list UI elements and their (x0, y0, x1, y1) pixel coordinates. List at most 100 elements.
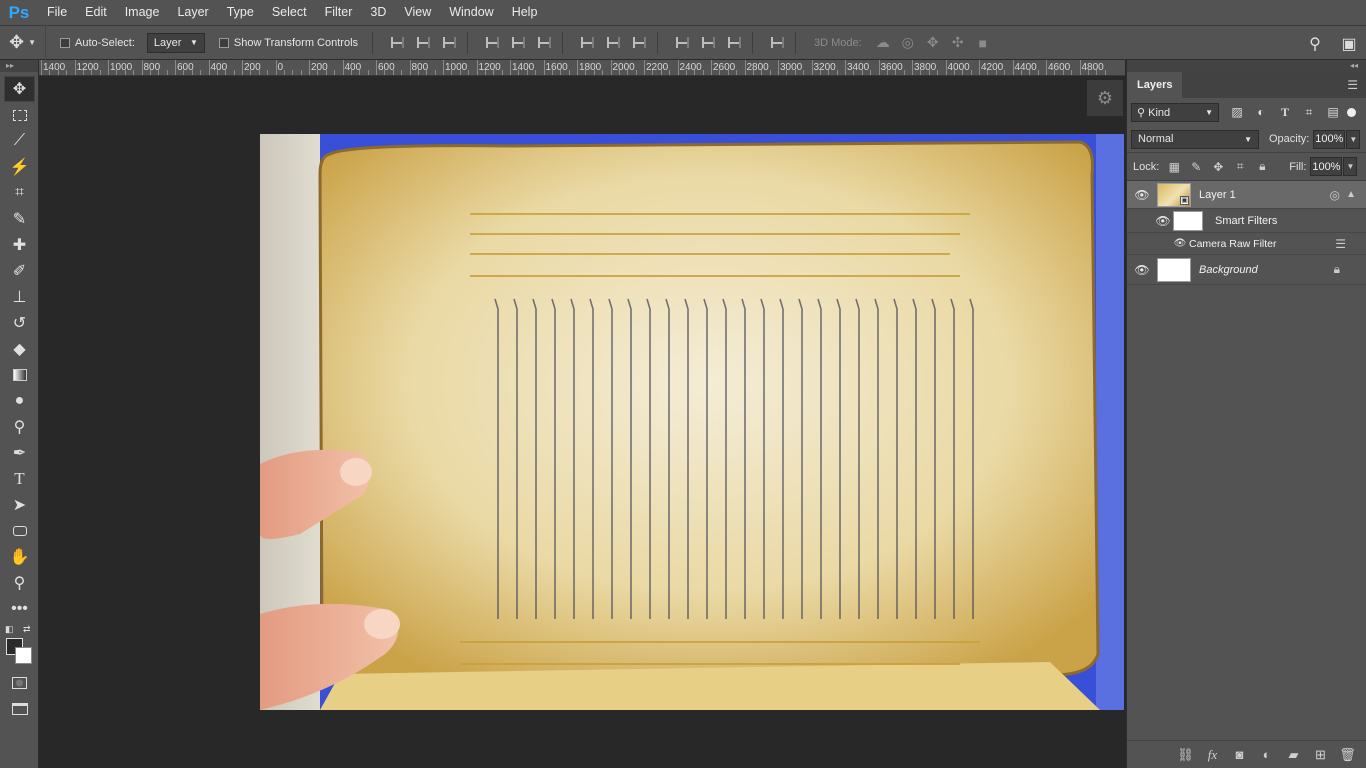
path-selection-tool[interactable]: ➤ (0, 492, 39, 518)
fill-input[interactable]: 100% (1310, 157, 1343, 176)
visibility-eye-icon[interactable]: 👁︎ (1127, 188, 1157, 202)
eraser-tool[interactable]: ◆ (0, 336, 39, 362)
document-image[interactable] (260, 134, 1124, 710)
magic-wand-tool[interactable]: ⚡ (0, 154, 39, 180)
collapse-effects-icon[interactable]: ▲ (1346, 189, 1356, 200)
align-top-edges-icon[interactable] (387, 33, 407, 53)
lock-all-icon[interactable]: 🔒︎ (1251, 159, 1273, 174)
menu-filter[interactable]: Filter (316, 0, 362, 25)
edit-toolbar-tool[interactable]: ••• (0, 596, 39, 622)
new-layer-icon[interactable]: ⊞ (1307, 747, 1334, 763)
filter-type-icon[interactable]: T (1273, 105, 1297, 120)
brush-tool[interactable]: ✐ (0, 258, 39, 284)
move-tool-preset-picker[interactable]: ✥ ▼ (0, 25, 46, 60)
layer-row-background[interactable]: 👁︎ Background 🔒︎ (1127, 255, 1366, 285)
fill-slider-toggle[interactable]: ▼ (1343, 157, 1358, 176)
clone-stamp-tool[interactable]: ⊥ (0, 284, 39, 310)
quick-mask-tool[interactable] (0, 670, 39, 696)
layer-name[interactable]: Background (1199, 264, 1258, 276)
lock-image-pixels-icon[interactable]: ✎ (1185, 160, 1207, 174)
smart-filter-mask-thumbnail[interactable] (1173, 210, 1203, 231)
smart-filter-options-icon[interactable]: ◎ (1330, 188, 1340, 202)
tab-layers[interactable]: Layers (1127, 72, 1183, 98)
3d-pan-icon[interactable]: ✥ (923, 33, 943, 53)
lasso-tool[interactable]: ⟋ (0, 128, 39, 154)
opacity-input[interactable]: 100% (1313, 129, 1346, 149)
link-layers-icon[interactable]: ⛓ (1172, 747, 1199, 763)
align-vertical-centers-icon[interactable] (413, 33, 433, 53)
show-transform-controls-checkbox[interactable]: Show Transform Controls (218, 37, 358, 49)
blur-tool[interactable]: ● (0, 388, 39, 414)
opacity-slider-toggle[interactable]: ▼ (1346, 129, 1361, 149)
distribute-top-edges-icon[interactable] (577, 33, 597, 53)
distribute-vertical-centers-icon[interactable] (603, 33, 623, 53)
menu-help[interactable]: Help (503, 0, 547, 25)
align-left-edges-icon[interactable] (482, 33, 502, 53)
add-mask-icon[interactable]: ◙ (1226, 747, 1253, 762)
menu-select[interactable]: Select (263, 0, 316, 25)
auto-select-checkbox[interactable]: Auto-Select: (60, 37, 135, 49)
canvas-area[interactable]: ⚙ (39, 76, 1125, 768)
background-color-swatch[interactable] (15, 647, 32, 664)
marquee-tool[interactable] (0, 102, 39, 128)
3d-slide-icon[interactable]: ✣ (948, 33, 968, 53)
visibility-eye-icon[interactable]: 👁︎ (1127, 263, 1157, 277)
camera-raw-filter-row[interactable]: 👁︎ Camera Raw Filter ☰ (1127, 233, 1366, 255)
align-horizontal-centers-icon[interactable] (508, 33, 528, 53)
pen-tool[interactable]: ✒ (0, 440, 39, 466)
layer-name[interactable]: Layer 1 (1199, 189, 1236, 201)
dodge-tool[interactable]: ⚲ (0, 414, 39, 440)
align-right-edges-icon[interactable] (534, 33, 554, 53)
filter-blending-options-icon[interactable]: ☰ (1335, 237, 1346, 251)
align-bottom-edges-icon[interactable] (439, 33, 459, 53)
smart-filters-row[interactable]: 👁︎ Smart Filters (1127, 209, 1366, 233)
properties-panel-icon[interactable]: ⚙ (1087, 80, 1123, 116)
shape-tool[interactable] (0, 518, 39, 544)
eyedropper-tool[interactable]: ✎ (0, 206, 39, 232)
layer-row-layer-1[interactable]: 👁︎ ▣ Layer 1 ◎ ▲ (1127, 181, 1366, 209)
default-colors-icon[interactable]: ◧ (5, 624, 14, 635)
3d-roll-icon[interactable]: ◎ (898, 33, 918, 53)
prevent-autonest-icon[interactable]: ⌗ (1229, 159, 1251, 174)
zoom-tool[interactable]: ⚲ (0, 570, 39, 596)
search-icon[interactable]: ⚲ (1298, 26, 1332, 61)
distribute-right-edges-icon[interactable] (724, 33, 744, 53)
menu-image[interactable]: Image (116, 0, 169, 25)
crop-tool[interactable]: ⌗ (0, 180, 39, 206)
menu-type[interactable]: Type (218, 0, 263, 25)
menu-3d[interactable]: 3D (361, 0, 395, 25)
gradient-tool[interactable] (0, 362, 39, 388)
filter-shape-icon[interactable]: ⌗ (1297, 105, 1321, 120)
collapse-panel-icon[interactable]: ◂◂ (1127, 60, 1366, 72)
filter-smart-object-icon[interactable]: ▤ (1321, 105, 1345, 119)
menu-view[interactable]: View (395, 0, 440, 25)
workspace-switcher-icon[interactable]: ▣ (1332, 26, 1366, 61)
healing-brush-tool[interactable]: ✚ (0, 232, 39, 258)
auto-select-dropdown[interactable]: Layer ▼ (146, 32, 205, 53)
menu-window[interactable]: Window (440, 0, 502, 25)
menu-layer[interactable]: Layer (168, 0, 217, 25)
type-tool[interactable]: T (0, 466, 39, 492)
3d-orbit-icon[interactable]: ☁ (873, 33, 893, 53)
collapse-toolbar-icon[interactable]: ▸▸ (0, 60, 38, 72)
lock-position-icon[interactable]: ✥ (1207, 160, 1229, 174)
new-adjustment-layer-icon[interactable]: ◐ (1253, 747, 1280, 762)
menu-file[interactable]: File (38, 0, 76, 25)
filter-kind-dropdown[interactable]: ⚲ Kind ▼ (1131, 102, 1219, 122)
swap-colors-icon[interactable]: ⇄ (23, 624, 31, 635)
blend-mode-dropdown[interactable]: Normal ▼ (1131, 129, 1259, 149)
distribute-bottom-edges-icon[interactable] (629, 33, 649, 53)
filter-adjustment-icon[interactable]: ◐ (1249, 105, 1273, 119)
delete-layer-icon[interactable]: 🗑︎ (1334, 747, 1361, 763)
filter-toggle-icon[interactable] (1347, 107, 1356, 117)
menu-edit[interactable]: Edit (76, 0, 116, 25)
layer-style-icon[interactable]: fx (1199, 747, 1226, 763)
screen-mode-tool[interactable] (0, 696, 39, 722)
filter-pixel-icon[interactable]: ▨ (1225, 105, 1249, 119)
hand-tool[interactable]: ✋ (0, 544, 39, 570)
visibility-eye-icon[interactable]: 👁︎ (1171, 238, 1189, 249)
lock-transparent-pixels-icon[interactable]: ▦ (1163, 160, 1185, 174)
distribute-horizontal-centers-icon[interactable] (698, 33, 718, 53)
move-tool[interactable]: ✥ (4, 76, 35, 102)
panel-menu-icon[interactable]: ☰ (1347, 78, 1358, 92)
